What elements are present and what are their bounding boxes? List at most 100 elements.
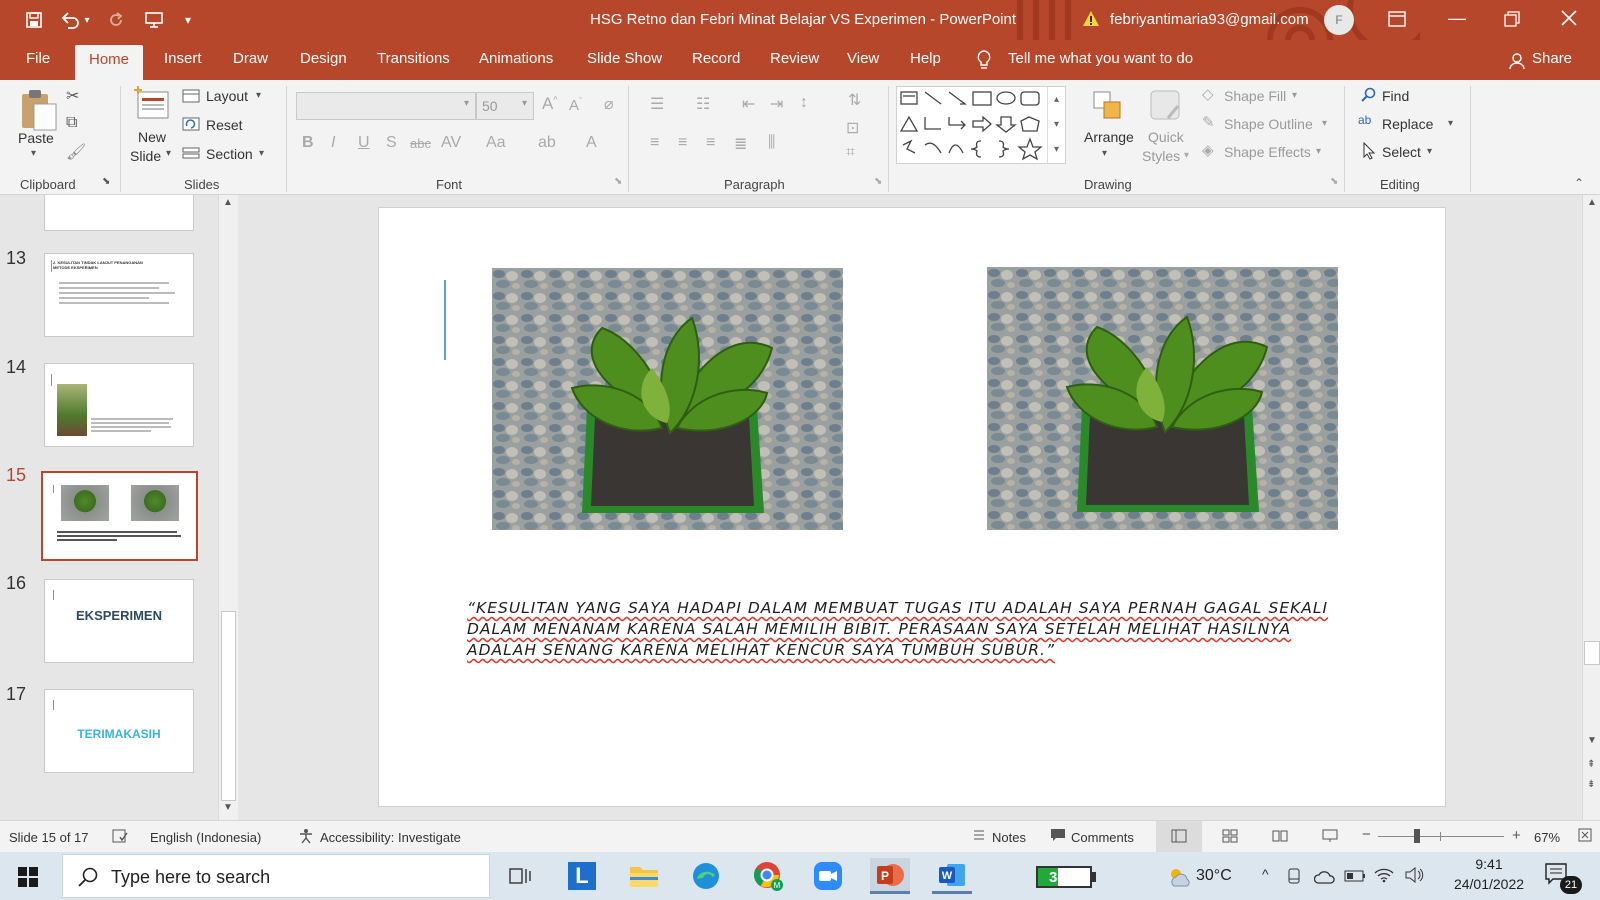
underline-icon[interactable]: U [358, 134, 370, 152]
comments-button[interactable]: Comments [1071, 830, 1134, 845]
word-app-icon[interactable]: W [932, 858, 972, 894]
app-l-icon[interactable]: L [562, 858, 602, 894]
drawing-launcher-icon[interactable]: ⬊ [1330, 176, 1338, 187]
arrange-dropdown-icon[interactable]: ▾ [1102, 148, 1107, 159]
chrome-browser-icon[interactable]: M [748, 858, 788, 894]
shape-effects-dropdown-icon[interactable]: ▾ [1316, 146, 1321, 157]
shape-outline-icon[interactable]: ✎ [1202, 113, 1215, 131]
scrollbar-thumb[interactable] [1584, 641, 1600, 665]
accessibility-icon[interactable] [298, 828, 314, 844]
zoom-in-button[interactable]: + [1512, 827, 1521, 844]
shape-outline-dropdown-icon[interactable]: ▾ [1322, 118, 1327, 129]
thumbnail-scrollbar[interactable]: ▲ ▼ [218, 195, 238, 820]
minimize-icon[interactable]: — [1448, 8, 1466, 29]
slide-thumbnail-15-selected[interactable] [41, 471, 198, 561]
slide-thumbnail-13[interactable]: 2. KESULITAN TINDAK LANJUT PENANGANAN ME… [44, 253, 194, 337]
device-icon[interactable] [1286, 868, 1302, 884]
cut-icon[interactable]: ✂ [66, 86, 79, 106]
layout-button[interactable]: Layout [206, 88, 248, 104]
bold-icon[interactable]: B [302, 134, 314, 152]
quick-styles-icon[interactable] [1148, 88, 1184, 124]
font-size-dropdown-icon[interactable]: ▾ [522, 98, 527, 109]
slide-thumbnail-17[interactable]: TERIMAKASIH [44, 689, 194, 773]
tab-home[interactable]: Home [75, 45, 144, 80]
undo-icon[interactable] [58, 9, 82, 31]
language-indicator[interactable]: English (Indonesia) [150, 830, 261, 845]
previous-slide-icon[interactable]: ⇞ [1587, 759, 1595, 770]
share-icon[interactable] [1508, 52, 1526, 70]
undo-dropdown-icon[interactable]: ▾ [80, 9, 94, 31]
battery-widget[interactable]: 38% [1036, 866, 1092, 888]
tab-review[interactable]: Review [770, 50, 819, 67]
change-case-icon[interactable]: Aa [486, 134, 506, 152]
current-slide[interactable]: “Kesulitan yang saya hadapi dalam membua… [378, 207, 1446, 807]
slide-thumbnail-14[interactable] [44, 363, 194, 447]
volume-icon[interactable] [1404, 867, 1424, 883]
format-painter-icon[interactable]: 🖌 [66, 142, 86, 162]
slide-thumbnail-12-partial[interactable] [44, 195, 194, 231]
accessibility-status[interactable]: Accessibility: Investigate [320, 830, 461, 845]
share-button[interactable]: Share [1532, 50, 1572, 67]
increase-indent-icon[interactable]: ⇥ [770, 94, 783, 114]
zoom-slider-thumb[interactable] [1414, 829, 1421, 843]
select-icon[interactable] [1362, 142, 1376, 160]
close-icon[interactable] [1560, 9, 1578, 27]
avatar[interactable]: F [1324, 5, 1354, 35]
quick-styles-button[interactable]: Styles [1142, 148, 1180, 164]
text-shadow-icon[interactable]: S [386, 134, 397, 152]
tell-me-search[interactable]: Tell me what you want to do [1008, 50, 1193, 67]
italic-icon[interactable]: I [331, 134, 335, 152]
tab-help[interactable]: Help [910, 50, 941, 67]
select-dropdown-icon[interactable]: ▾ [1427, 146, 1432, 157]
tab-view[interactable]: View [847, 50, 879, 67]
find-icon[interactable] [1360, 87, 1376, 103]
collapse-ribbon-icon[interactable]: ⌃ [1574, 176, 1584, 190]
shape-outline-button[interactable]: Shape Outline [1224, 116, 1313, 132]
character-spacing-icon[interactable]: AV [441, 134, 461, 152]
show-hidden-icons-icon[interactable]: ^ [1262, 866, 1269, 882]
present-from-start-icon[interactable] [142, 9, 166, 31]
tab-design[interactable]: Design [300, 50, 347, 67]
battery-icon[interactable] [1344, 870, 1366, 882]
new-slide-dropdown-icon[interactable]: ▾ [166, 148, 171, 159]
clipboard-launcher-icon[interactable]: ⬊ [102, 176, 110, 187]
bullets-icon[interactable]: ☰ [650, 94, 664, 114]
clock-time[interactable]: 9:41 [1449, 856, 1529, 872]
slide-sorter-view-icon[interactable] [1222, 829, 1238, 843]
restore-icon[interactable] [1504, 11, 1520, 27]
tab-insert[interactable]: Insert [164, 50, 202, 67]
save-icon[interactable] [22, 9, 46, 31]
scroll-up-icon[interactable]: ▲ [1587, 197, 1597, 208]
scrollbar-thumb[interactable] [221, 611, 236, 801]
section-dropdown-icon[interactable]: ▾ [259, 148, 264, 159]
fit-to-window-icon[interactable] [1578, 828, 1592, 842]
new-slide-button[interactable]: Slide [130, 148, 161, 164]
quick-styles-dropdown-icon[interactable]: ▾ [1184, 150, 1189, 161]
notes-button[interactable]: Notes [992, 830, 1026, 845]
scroll-down-icon[interactable]: ▼ [223, 802, 233, 813]
find-button[interactable]: Find [1382, 88, 1409, 104]
zoom-app-icon[interactable] [808, 858, 848, 894]
smartart-icon[interactable]: ⌗ [846, 144, 855, 162]
numbering-icon[interactable]: ☷ [696, 94, 710, 114]
replace-button[interactable]: Replace [1382, 116, 1433, 132]
normal-view-button[interactable] [1156, 821, 1202, 852]
spell-check-icon[interactable] [112, 828, 128, 844]
line-spacing-icon[interactable]: ↕ [800, 94, 808, 112]
font-launcher-icon[interactable]: ⬊ [614, 176, 622, 187]
decrease-indent-icon[interactable]: ⇤ [742, 94, 755, 114]
powerpoint-app-icon[interactable]: P [870, 858, 910, 894]
tab-slide-show[interactable]: Slide Show [587, 50, 662, 67]
shape-fill-icon[interactable]: ◇ [1202, 85, 1214, 103]
tab-transitions[interactable]: Transitions [377, 50, 450, 67]
section-icon[interactable] [182, 146, 200, 160]
zoom-out-button[interactable]: − [1362, 826, 1371, 843]
strikethrough-icon[interactable]: abc [410, 136, 431, 151]
font-color-icon[interactable]: A [586, 134, 597, 152]
shapes-gallery[interactable]: ▴ ▾ ▾ [896, 86, 1066, 164]
paste-icon[interactable] [16, 86, 60, 134]
tab-animations[interactable]: Animations [479, 50, 553, 67]
replace-icon[interactable]: ab [1358, 113, 1371, 127]
slide-scrollbar[interactable]: ▲ ▼ ⇞ ⇟ [1582, 195, 1600, 820]
clear-formatting-icon[interactable]: ⌀ [604, 94, 614, 114]
